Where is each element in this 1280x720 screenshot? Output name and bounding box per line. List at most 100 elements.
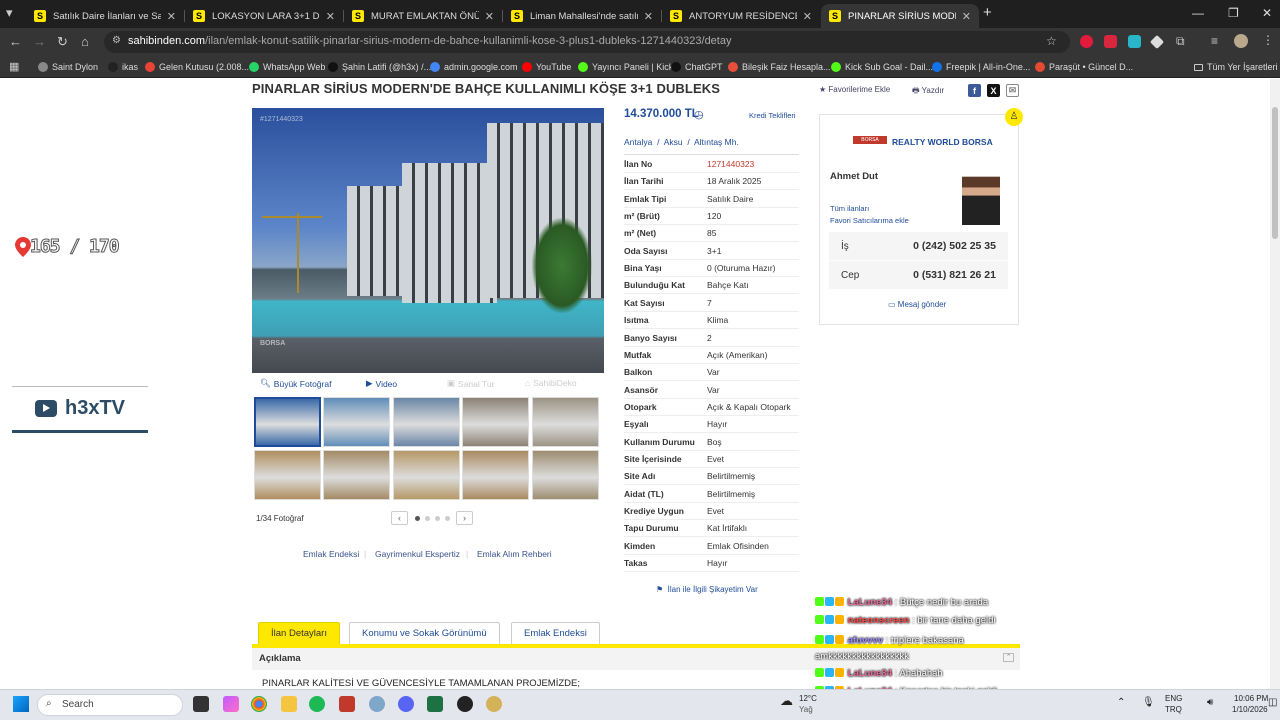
credit-offers-link[interactable]: Kredi Teklifleri: [749, 111, 796, 120]
spotify-icon[interactable]: [309, 696, 325, 712]
photo-thumbnail[interactable]: [323, 397, 391, 447]
bookmark-item[interactable]: ChatGPT: [671, 62, 723, 72]
app-icon[interactable]: [486, 696, 502, 712]
reading-list-icon[interactable]: ≡: [1211, 34, 1218, 48]
chrome-icon[interactable]: [251, 696, 267, 712]
bookmark-item[interactable]: Bileşik Faiz Hesapla...: [728, 62, 831, 72]
photo-thumbnail[interactable]: [254, 397, 321, 447]
add-favorite-link[interactable]: ★ Favorilerime Ekle: [819, 85, 890, 94]
location-district[interactable]: Aksu: [664, 137, 683, 147]
facebook-icon[interactable]: f: [968, 84, 981, 97]
close-tab-icon[interactable]: ✕: [167, 10, 176, 23]
print-link[interactable]: 🖶 Yazdır: [912, 85, 944, 99]
bottom-link[interactable]: Gayrimenkul Ekspertiz: [375, 549, 460, 559]
tab-listing-details[interactable]: İlan Detayları: [258, 622, 340, 644]
phone-row[interactable]: İş 0 (242) 502 25 35: [829, 232, 1008, 260]
weather-desc[interactable]: Yağ: [799, 705, 813, 714]
phone-row[interactable]: Cep 0 (531) 821 26 21: [829, 261, 1008, 289]
weather-temp[interactable]: 12°C: [799, 694, 817, 703]
browser-tab[interactable]: S ANTORYUM RESİDENCE TA BA ✕: [662, 4, 820, 28]
browser-tab[interactable]: S PINARLAR SİRİUS MODERN'DE ✕: [821, 4, 979, 28]
virtual-tour-button[interactable]: ▣ Sanal Tur: [447, 378, 494, 389]
next-photo-button[interactable]: ›: [456, 511, 473, 525]
sahibindeko-button[interactable]: ⌂ SahibiDeko: [525, 378, 577, 388]
browser-tab[interactable]: S Liman Mahallesi'nde satılık dub ✕: [503, 4, 661, 28]
task-view-icon[interactable]: [193, 696, 209, 712]
office-name[interactable]: REALTY WORLD BORSA: [892, 137, 993, 147]
bookmark-star-icon[interactable]: ☆: [1046, 34, 1057, 48]
all-listings-link[interactable]: Tüm ilanları: [830, 204, 869, 213]
bottom-link[interactable]: Emlak Endeksi: [303, 549, 359, 559]
photo-thumbnail[interactable]: [392, 397, 460, 447]
photo-thumbnail[interactable]: [323, 450, 391, 500]
clock-date[interactable]: 1/10/2026: [1232, 705, 1268, 714]
language-bottom[interactable]: TRQ: [1165, 705, 1182, 714]
location-neighborhood[interactable]: Altıntaş Mh.: [694, 137, 739, 147]
extension-icon[interactable]: [1104, 35, 1117, 48]
bookmark-item[interactable]: Paraşüt • Güncel D...: [1035, 62, 1133, 72]
apps-grid-icon[interactable]: ▦: [9, 60, 19, 73]
browser-tab[interactable]: S MURAT EMLAKTAN ÖNÜ AÇIK ✕: [344, 4, 502, 28]
bottom-link[interactable]: Emlak Alım Rehberi: [477, 549, 552, 559]
photo-thumbnail[interactable]: [254, 450, 321, 500]
puzzle-icon[interactable]: ⧉: [1176, 34, 1185, 49]
tab-real-estate-index[interactable]: Emlak Endeksi: [511, 622, 600, 644]
maximize-icon[interactable]: ❐: [1228, 6, 1239, 20]
app-icon[interactable]: [369, 696, 385, 712]
photo-dot[interactable]: [435, 516, 440, 521]
close-tab-icon[interactable]: ✕: [962, 10, 971, 23]
minimize-icon[interactable]: —: [1192, 6, 1204, 20]
bookmark-item[interactable]: Freepik | All-in-One...: [932, 62, 1030, 72]
discord-icon[interactable]: [398, 696, 414, 712]
photo-dot[interactable]: [445, 516, 450, 521]
prev-photo-button[interactable]: ‹: [391, 511, 408, 525]
close-tab-icon[interactable]: ✕: [485, 10, 494, 23]
close-tab-icon[interactable]: ✕: [326, 10, 335, 23]
url-text[interactable]: sahibinden.com/ilan/emlak-konut-satilik-…: [128, 35, 731, 47]
photo-dot[interactable]: [415, 516, 420, 521]
profile-avatar[interactable]: [1234, 34, 1248, 48]
close-window-icon[interactable]: ✕: [1262, 6, 1272, 20]
excel-icon[interactable]: [427, 696, 443, 712]
close-tab-icon[interactable]: ✕: [644, 10, 653, 23]
volume-icon[interactable]: 🔊︎: [1207, 697, 1213, 708]
all-bookmarks-folder[interactable]: Tüm Yer İşaretleri: [1194, 62, 1278, 72]
language-top[interactable]: ENG: [1165, 694, 1182, 703]
photo-dot[interactable]: [425, 516, 430, 521]
price-history-icon[interactable]: ◷: [694, 108, 704, 121]
add-favorite-seller-link[interactable]: Favori Satıcılarıma ekle: [830, 216, 909, 225]
bookmark-item[interactable]: admin.google.com: [430, 62, 518, 72]
x-twitter-icon[interactable]: X: [987, 84, 1000, 97]
forward-icon[interactable]: →: [33, 34, 46, 49]
weather-icon[interactable]: ☁: [780, 693, 793, 709]
bookmark-item[interactable]: Kick Sub Goal - Dail...: [831, 62, 933, 72]
clock-time[interactable]: 10:06 PM: [1234, 694, 1268, 703]
file-explorer-icon[interactable]: [281, 696, 297, 712]
tab-search-icon[interactable]: ▾: [6, 5, 13, 21]
bookmark-item[interactable]: ikas: [108, 62, 138, 72]
bookmark-item[interactable]: Saint Dylon: [38, 62, 98, 72]
copilot-icon[interactable]: [223, 696, 239, 712]
microphone-icon[interactable]: 🎙︎: [1142, 697, 1155, 708]
reload-icon[interactable]: ↻: [57, 34, 68, 50]
office-logo[interactable]: BORSA: [853, 136, 887, 144]
bookmark-item[interactable]: Yayıncı Paneli | Kick: [578, 62, 673, 72]
bookmark-item[interactable]: YouTube: [522, 62, 571, 72]
close-tab-icon[interactable]: ✕: [803, 10, 812, 23]
back-icon[interactable]: ←: [9, 34, 22, 49]
photo-thumbnail[interactable]: [531, 450, 599, 500]
photo-thumbnail[interactable]: [462, 450, 530, 500]
menu-icon[interactable]: ⋮: [1262, 33, 1274, 47]
main-photo[interactable]: #1271440323 BORSA: [252, 108, 604, 373]
complaint-link[interactable]: ⚑ İlan ile İlgili Şikayetim Var: [656, 585, 758, 594]
email-share-icon[interactable]: ✉: [1006, 84, 1019, 97]
scrollbar-thumb[interactable]: [1272, 107, 1278, 239]
extension-icon[interactable]: [1080, 35, 1093, 48]
tab-location[interactable]: Konumu ve Sokak Görünümü: [349, 622, 500, 644]
bookmark-item[interactable]: Şahin Latifi (@h3x) /...: [328, 62, 431, 72]
new-tab-button[interactable]: +: [983, 4, 992, 21]
site-info-icon[interactable]: ⚙: [112, 35, 121, 46]
big-photo-button[interactable]: 🔍︎ Büyük Fotoğraf: [260, 378, 331, 389]
extension-icon[interactable]: [1128, 35, 1141, 48]
photo-thumbnail[interactable]: [531, 397, 599, 447]
